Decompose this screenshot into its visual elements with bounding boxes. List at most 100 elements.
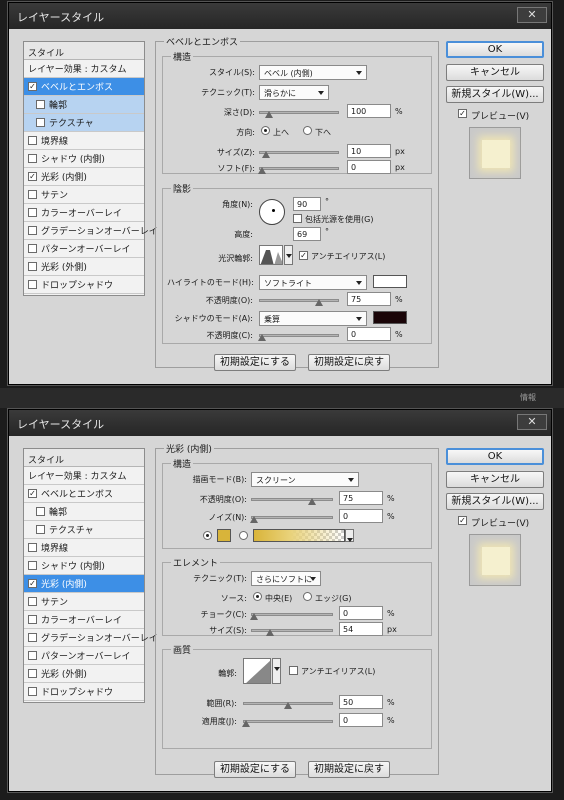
gradient-radio[interactable] — [239, 531, 248, 540]
checkbox-icon[interactable] — [28, 651, 37, 660]
technique-select[interactable]: さらにソフトに — [251, 571, 321, 586]
reset-to-default-button[interactable]: 初期設定に戻す — [308, 761, 390, 778]
style-item-color-overlay[interactable]: カラーオーバーレイ — [24, 611, 144, 629]
angle-dial[interactable] — [259, 199, 285, 225]
slider-thumb[interactable] — [314, 299, 323, 306]
checkbox-icon[interactable] — [28, 136, 37, 145]
noise-input[interactable]: 0 — [339, 509, 383, 523]
checkbox-icon[interactable] — [36, 507, 45, 516]
checkbox-icon[interactable] — [28, 244, 37, 253]
style-item-outer-glow[interactable]: 光彩 (外側) — [24, 258, 144, 276]
style-select[interactable]: ベベル (内側) — [259, 65, 367, 80]
direction-down-radio[interactable] — [303, 126, 312, 135]
jitter-input[interactable]: 0 — [339, 713, 383, 727]
checkbox-icon[interactable] — [28, 669, 37, 678]
checkbox-icon[interactable] — [36, 118, 45, 127]
technique-select[interactable]: 滑らかに — [259, 85, 329, 100]
close-button[interactable]: ✕ — [517, 414, 547, 430]
highlight-mode-select[interactable]: ソフトライト — [259, 275, 367, 290]
checkbox-icon[interactable] — [28, 154, 37, 163]
style-item-blending[interactable]: レイヤー効果 : カスタム — [24, 467, 144, 485]
dialog-titlebar[interactable]: レイヤースタイル ✕ — [9, 3, 551, 29]
new-style-button[interactable]: 新規スタイル(W)... — [446, 493, 544, 510]
style-item-pattern-overlay[interactable]: パターンオーバーレイ — [24, 647, 144, 665]
reset-to-default-button[interactable]: 初期設定に戻す — [308, 354, 390, 371]
jitter-slider[interactable] — [241, 720, 333, 727]
style-item-gradient-overlay[interactable]: グラデーションオーバーレイ — [24, 222, 158, 240]
slider-thumb[interactable] — [257, 334, 266, 341]
source-edge-radio[interactable] — [303, 592, 312, 601]
dialog-titlebar[interactable]: レイヤースタイル ✕ — [9, 410, 551, 436]
style-item-gradient-overlay[interactable]: グラデーションオーバーレイ — [24, 629, 158, 647]
make-default-button[interactable]: 初期設定にする — [214, 354, 296, 371]
style-item-stroke[interactable]: 境界線 — [24, 132, 144, 150]
styles-header[interactable]: スタイル — [24, 42, 144, 60]
checkbox-icon[interactable] — [28, 633, 37, 642]
style-item-outer-glow[interactable]: 光彩 (外側) — [24, 665, 144, 683]
checkbox-icon[interactable] — [28, 208, 37, 217]
checkbox-icon[interactable] — [28, 262, 37, 271]
highlight-color-swatch[interactable] — [373, 275, 407, 288]
make-default-button[interactable]: 初期設定にする — [214, 761, 296, 778]
checkbox-icon[interactable]: ✓ — [28, 82, 37, 91]
altitude-input[interactable]: 69 — [293, 227, 321, 241]
checkbox-icon[interactable] — [28, 226, 37, 235]
angle-input[interactable]: 90 — [293, 197, 321, 211]
opacity-input[interactable]: 75 — [339, 491, 383, 505]
style-item-color-overlay[interactable]: カラーオーバーレイ — [24, 204, 144, 222]
antialias-checkbox[interactable]: ✓ — [299, 251, 308, 260]
ok-button[interactable]: OK — [446, 41, 544, 58]
size-slider[interactable] — [251, 629, 333, 636]
gloss-contour-picker[interactable] — [259, 245, 283, 265]
style-item-stroke[interactable]: 境界線 — [24, 539, 144, 557]
slider-thumb[interactable] — [262, 151, 271, 158]
style-item-bevel[interactable]: ✓ ベベルとエンボス — [24, 78, 144, 96]
cancel-button[interactable]: キャンセル — [446, 64, 544, 81]
checkbox-icon[interactable] — [28, 190, 37, 199]
source-center-radio[interactable] — [253, 592, 262, 601]
checkbox-icon[interactable]: ✓ — [28, 579, 37, 588]
slider-thumb[interactable] — [241, 720, 250, 727]
checkbox-icon[interactable] — [28, 561, 37, 570]
contour-picker[interactable] — [243, 658, 271, 684]
opacity-slider[interactable] — [251, 498, 333, 505]
shadow-opacity-input[interactable]: 0 — [347, 327, 391, 341]
highlight-opacity-input[interactable]: 75 — [347, 292, 391, 306]
gradient-dropdown-button[interactable] — [345, 529, 354, 542]
style-item-blending[interactable]: レイヤー効果 : カスタム — [24, 60, 144, 78]
style-item-pattern-overlay[interactable]: パターンオーバーレイ — [24, 240, 144, 258]
soften-input[interactable]: 0 — [347, 160, 391, 174]
slider-thumb[interactable] — [265, 111, 274, 118]
checkbox-icon[interactable] — [28, 597, 37, 606]
shadow-opacity-slider[interactable] — [257, 334, 339, 341]
choke-slider[interactable] — [249, 613, 333, 620]
slider-thumb[interactable] — [249, 516, 258, 523]
checkbox-icon[interactable]: ✓ — [28, 172, 37, 181]
styles-header[interactable]: スタイル — [24, 449, 144, 467]
shadow-color-swatch[interactable] — [373, 311, 407, 324]
style-item-texture[interactable]: テクスチャ — [24, 114, 144, 132]
depth-slider[interactable] — [259, 111, 339, 118]
style-item-drop-shadow[interactable]: ドロップシャドウ — [24, 683, 144, 701]
style-item-inner-glow[interactable]: ✓ 光彩 (内側) — [24, 168, 144, 186]
direction-up-radio[interactable] — [261, 126, 270, 135]
size-slider[interactable] — [259, 151, 339, 158]
style-item-contour[interactable]: 輪郭 — [24, 96, 144, 114]
style-item-satin[interactable]: サテン — [24, 593, 144, 611]
style-item-inner-shadow[interactable]: シャドウ (内側) — [24, 557, 144, 575]
glow-color-swatch[interactable] — [217, 529, 231, 542]
style-item-satin[interactable]: サテン — [24, 186, 144, 204]
glow-gradient-picker[interactable] — [253, 529, 345, 542]
style-item-texture[interactable]: テクスチャ — [24, 521, 144, 539]
global-light-checkbox[interactable] — [293, 214, 302, 223]
slider-thumb[interactable] — [284, 702, 292, 709]
checkbox-icon[interactable] — [28, 615, 37, 624]
preview-checkbox[interactable]: ✓ — [458, 516, 467, 525]
size-input[interactable]: 10 — [347, 144, 391, 158]
slider-thumb[interactable] — [265, 629, 274, 636]
size-input[interactable]: 54 — [339, 622, 383, 636]
solid-color-radio[interactable] — [203, 531, 212, 540]
blend-mode-select[interactable]: スクリーン — [251, 472, 359, 487]
new-style-button[interactable]: 新規スタイル(W)... — [446, 86, 544, 103]
style-item-bevel[interactable]: ✓ ベベルとエンボス — [24, 485, 144, 503]
